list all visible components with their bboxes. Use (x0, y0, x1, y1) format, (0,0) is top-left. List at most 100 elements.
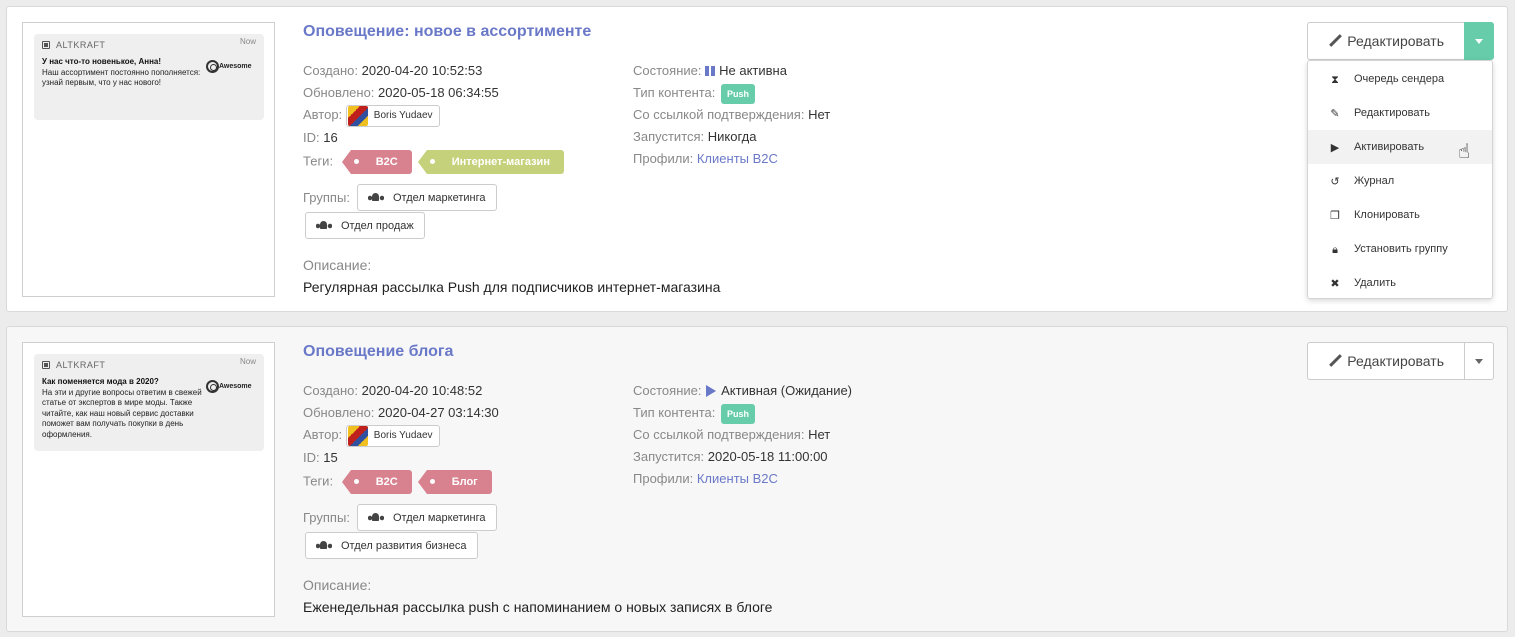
copy-icon: ❐ (1330, 208, 1340, 222)
users-icon (316, 221, 332, 230)
play-icon (706, 384, 717, 397)
description-label: Описание: (303, 257, 372, 273)
author-chip[interactable]: Boris Yudaev (345, 424, 440, 447)
menu-item-sender-queue[interactable]: ⧗ Очередь сендера (1308, 62, 1492, 96)
profiles-label: Профили: (633, 151, 694, 166)
author-chip[interactable]: Boris Yudaev (345, 104, 440, 127)
groups-label: Группы: (303, 510, 350, 525)
author-name: Boris Yudaev (373, 429, 433, 441)
avatar (347, 425, 368, 446)
tags-label: Теги: (303, 153, 334, 168)
group-chip[interactable]: Отдел маркетинга (357, 184, 497, 211)
edit-button[interactable]: Редактировать (1307, 342, 1464, 380)
tags-label: Теги: (303, 473, 334, 488)
profiles-link[interactable]: Клиенты B2C (697, 471, 778, 486)
hand-cursor-icon: ☝ (1458, 139, 1471, 163)
spiral-logo-icon (206, 60, 219, 73)
brand-logo: Awesome (206, 57, 256, 89)
edit-button[interactable]: Редактировать (1307, 22, 1464, 60)
pencil-icon (1328, 354, 1339, 368)
push-notification-mock: ALTKRAFT Now Как поменяется мода в 2020?… (34, 354, 264, 451)
chevron-down-icon (1475, 358, 1483, 364)
edit-button-group: Редактировать (1307, 22, 1494, 60)
content-type-label: Тип контента: (633, 405, 716, 420)
brand-logo: Awesome (206, 377, 256, 440)
campaign-title[interactable]: Оповещение: новое в ассортименте (303, 23, 591, 41)
tag-b2c[interactable]: B2C (341, 149, 412, 174)
push-notification-mock: ALTKRAFT Now У нас что-то новенькое, Анн… (34, 34, 264, 120)
updated-value: 2020-04-27 03:14:30 (378, 405, 499, 420)
created-value: 2020-04-20 10:48:52 (361, 383, 483, 398)
id-label: ID: (303, 449, 320, 465)
menu-item-delete[interactable]: ✖ Удалить (1308, 266, 1492, 300)
description-text: Еженедельная рассылка push с напоминание… (303, 599, 773, 615)
updated-label: Обновлено: (303, 405, 375, 420)
confirm-value: Нет (808, 107, 831, 122)
description-label: Описание: (303, 577, 372, 593)
notification-preview: ALTKRAFT Now У нас что-то новенькое, Анн… (22, 22, 275, 297)
avatar (347, 105, 368, 126)
app-name: ALTKRAFT (56, 39, 106, 50)
author-name: Boris Yudaev (373, 109, 433, 121)
state-label: Состояние: (633, 383, 702, 398)
launch-value: Никогда (707, 129, 757, 144)
author-label: Автор: (303, 107, 343, 122)
app-name: ALTKRAFT (56, 359, 106, 370)
close-icon: ✖ (1330, 276, 1340, 290)
content-type-badge: Push (721, 403, 756, 424)
confirm-label: Со ссылкой подтверждения: (633, 107, 805, 122)
content-type-badge: Push (721, 83, 756, 104)
created-label: Создано: (303, 63, 358, 78)
notification-title: У нас что-то новенькое, Анна! (42, 57, 162, 66)
launch-label: Запустится: (633, 449, 705, 464)
spiral-logo-icon (206, 380, 219, 393)
description-text: Регулярная рассылка Push для подписчиков… (303, 279, 721, 295)
launch-label: Запустится: (633, 129, 705, 144)
dropdown-toggle[interactable] (1464, 342, 1494, 380)
profiles-label: Профили: (633, 471, 694, 486)
history-icon: ↺ (1330, 174, 1340, 188)
state-value: Активная (Ожидание) (721, 383, 853, 398)
app-icon (42, 360, 50, 369)
confirm-value: Нет (808, 427, 831, 442)
dropdown-toggle[interactable] (1464, 22, 1494, 60)
menu-item-edit[interactable]: ✎ Редактировать (1308, 96, 1492, 130)
launch-value: 2020-05-18 11:00:00 (707, 449, 828, 464)
notification-time: Now (239, 37, 256, 46)
id-value: 15 (323, 449, 338, 465)
group-chip[interactable]: Отдел развития бизнеса (305, 532, 478, 559)
menu-item-set-group[interactable]: 🔒︎ Установить группу (1308, 232, 1492, 266)
notification-title: Как поменяется мода в 2020? (42, 377, 159, 386)
updated-value: 2020-05-18 06:34:55 (378, 85, 499, 100)
hourglass-icon: ⧗ (1331, 72, 1339, 86)
campaign-title[interactable]: Оповещение блога (303, 343, 453, 361)
pause-icon (705, 65, 716, 76)
notification-body: На эти и другие вопросы ответим в свежей… (42, 387, 202, 439)
actions-dropdown-menu: ⧗ Очередь сендера ✎ Редактировать ▶ Активир… (1307, 60, 1493, 299)
tag-b2c[interactable]: B2C (341, 469, 412, 494)
campaign-card: ALTKRAFT Now У нас что-то новенькое, Анн… (6, 6, 1508, 312)
lock-icon: 🔒︎ (1332, 242, 1338, 256)
users-icon (368, 513, 384, 522)
tag-blog[interactable]: Блог (417, 469, 492, 494)
edit-button-group: Редактировать (1307, 342, 1494, 380)
tag-online-shop[interactable]: Интернет-магазин (417, 149, 564, 174)
play-icon: ▶ (1330, 140, 1340, 154)
content-type-label: Тип контента: (633, 85, 716, 100)
group-chip[interactable]: Отдел маркетинга (357, 504, 497, 531)
notification-time: Now (239, 357, 256, 366)
group-chip[interactable]: Отдел продаж (305, 212, 425, 239)
notification-preview: ALTKRAFT Now Как поменяется мода в 2020?… (22, 342, 275, 617)
campaign-card: ALTKRAFT Now Как поменяется мода в 2020?… (6, 326, 1508, 632)
menu-item-clone[interactable]: ❐ Клонировать (1308, 198, 1492, 232)
state-label: Состояние: (633, 63, 702, 78)
profiles-link[interactable]: Клиенты B2C (697, 151, 778, 166)
updated-label: Обновлено: (303, 85, 375, 100)
id-value: 16 (323, 129, 338, 145)
notification-body: Наш ассортимент постоянно пополняется: у… (42, 67, 201, 88)
users-icon (368, 193, 384, 202)
author-label: Автор: (303, 427, 343, 442)
confirm-label: Со ссылкой подтверждения: (633, 427, 805, 442)
chevron-down-icon (1475, 38, 1483, 44)
menu-item-journal[interactable]: ↺ Журнал (1308, 164, 1492, 198)
